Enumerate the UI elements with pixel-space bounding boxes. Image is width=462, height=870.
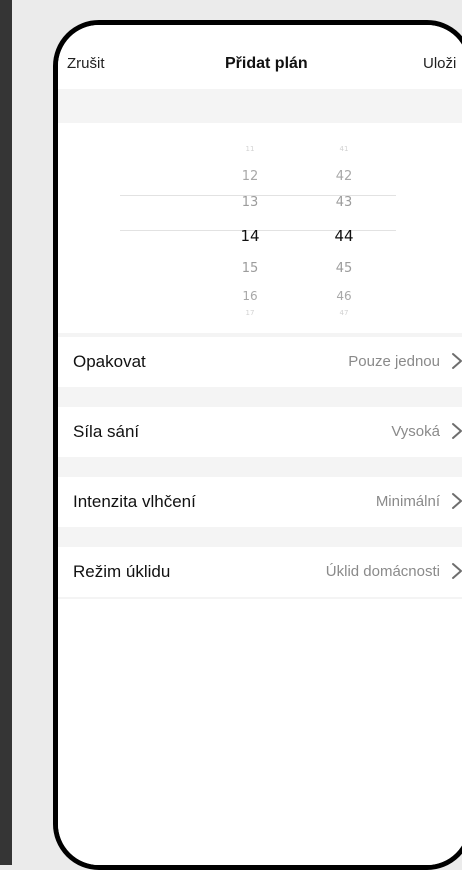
phone-screen: Zrušit Přidat plán Uloži 11 12 13 14 15 16 17 … [53, 20, 462, 870]
empty-area [58, 599, 462, 865]
time-picker[interactable]: 11 12 13 14 15 16 17 41 42 43 44 45 46 47 [58, 123, 462, 333]
row-value: Minimální [375, 493, 440, 510]
hour-option[interactable]: 16 [220, 289, 280, 303]
window-edge-bar [0, 0, 12, 865]
navigation-bar: Zrušit Přidat plán Uloži [58, 25, 462, 89]
save-button[interactable]: Uloži [423, 55, 456, 72]
chevron-right-icon [452, 493, 462, 509]
settings-row-mopping[interactable]: Intenzita vlhčení Minimální [58, 477, 462, 527]
row-label: Intenzita vlhčení [73, 492, 196, 511]
row-value: Úklid domácnosti [325, 563, 440, 580]
selected-hour[interactable]: 14 [220, 227, 280, 245]
chevron-right-icon [452, 353, 462, 369]
minute-option[interactable]: 46 [314, 289, 374, 303]
chevron-right-icon [452, 423, 462, 439]
selected-minute[interactable]: 44 [314, 227, 374, 245]
row-value: Vysoká [391, 423, 440, 440]
minute-option[interactable]: 45 [314, 261, 374, 276]
section-gap [58, 89, 462, 123]
hour-option[interactable]: 17 [220, 309, 280, 317]
minute-option[interactable]: 43 [314, 195, 374, 210]
section-gap [58, 387, 462, 407]
settings-row-suction[interactable]: Síla sání Vysoká [58, 407, 462, 457]
settings-row-repeat[interactable]: Opakovat Pouze jednou [58, 337, 462, 387]
page-title-text: Přidat plán [225, 55, 308, 72]
hour-wheel[interactable]: 11 12 13 14 15 16 17 [220, 123, 280, 333]
minute-wheel[interactable]: 41 42 43 44 45 46 47 [314, 123, 374, 333]
hour-option[interactable]: 13 [220, 195, 280, 210]
minute-option[interactable]: 47 [314, 309, 374, 317]
row-value: Pouze jednou [348, 353, 440, 370]
row-label: Síla sání [73, 422, 140, 441]
section-gap [58, 527, 462, 547]
minute-option[interactable]: 41 [314, 145, 374, 153]
minute-option[interactable]: 42 [314, 169, 374, 184]
row-label: Opakovat [73, 352, 146, 371]
settings-row-cleaning-mode[interactable]: Režim úklidu Úklid domácnosti [58, 547, 462, 597]
section-gap [58, 457, 462, 477]
chevron-right-icon [452, 563, 462, 579]
hour-option[interactable]: 11 [220, 145, 280, 153]
hour-option[interactable]: 15 [220, 261, 280, 276]
hour-option[interactable]: 12 [220, 169, 280, 184]
row-label: Režim úklidu [73, 562, 171, 581]
cancel-button[interactable]: Zrušit [67, 55, 105, 72]
